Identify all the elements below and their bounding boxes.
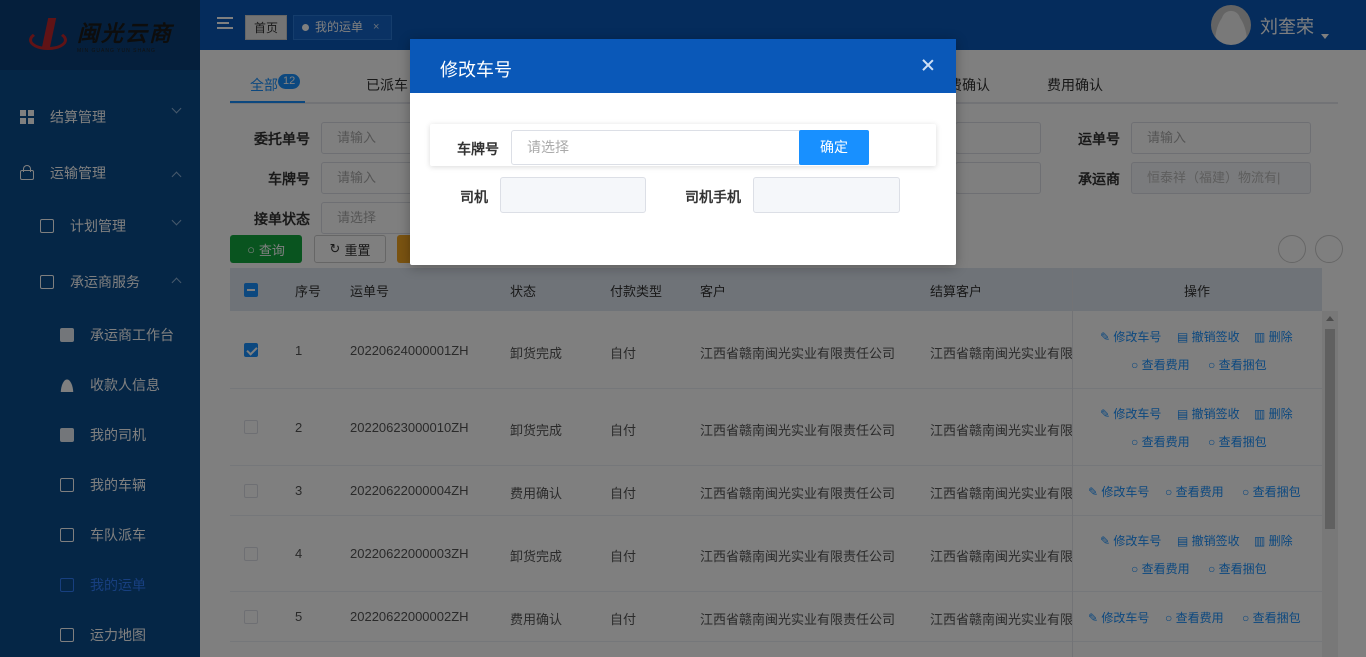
- driver-input: [500, 177, 646, 213]
- plate-select-row: 车牌号 请选择 确定: [430, 124, 936, 166]
- plate-select[interactable]: 请选择: [511, 130, 801, 165]
- close-icon[interactable]: [922, 59, 934, 71]
- driver-phone-input: [753, 177, 900, 213]
- edit-plate-dialog: 修改车号 车牌号 请选择 确定 司机 司机手机: [410, 39, 956, 265]
- confirm-button[interactable]: 确定: [799, 130, 869, 165]
- driver-phone-label: 司机手机: [685, 189, 741, 205]
- plate-label: 车牌号: [457, 141, 499, 157]
- driver-label: 司机: [460, 189, 488, 205]
- dialog-title: 修改车号: [410, 39, 956, 93]
